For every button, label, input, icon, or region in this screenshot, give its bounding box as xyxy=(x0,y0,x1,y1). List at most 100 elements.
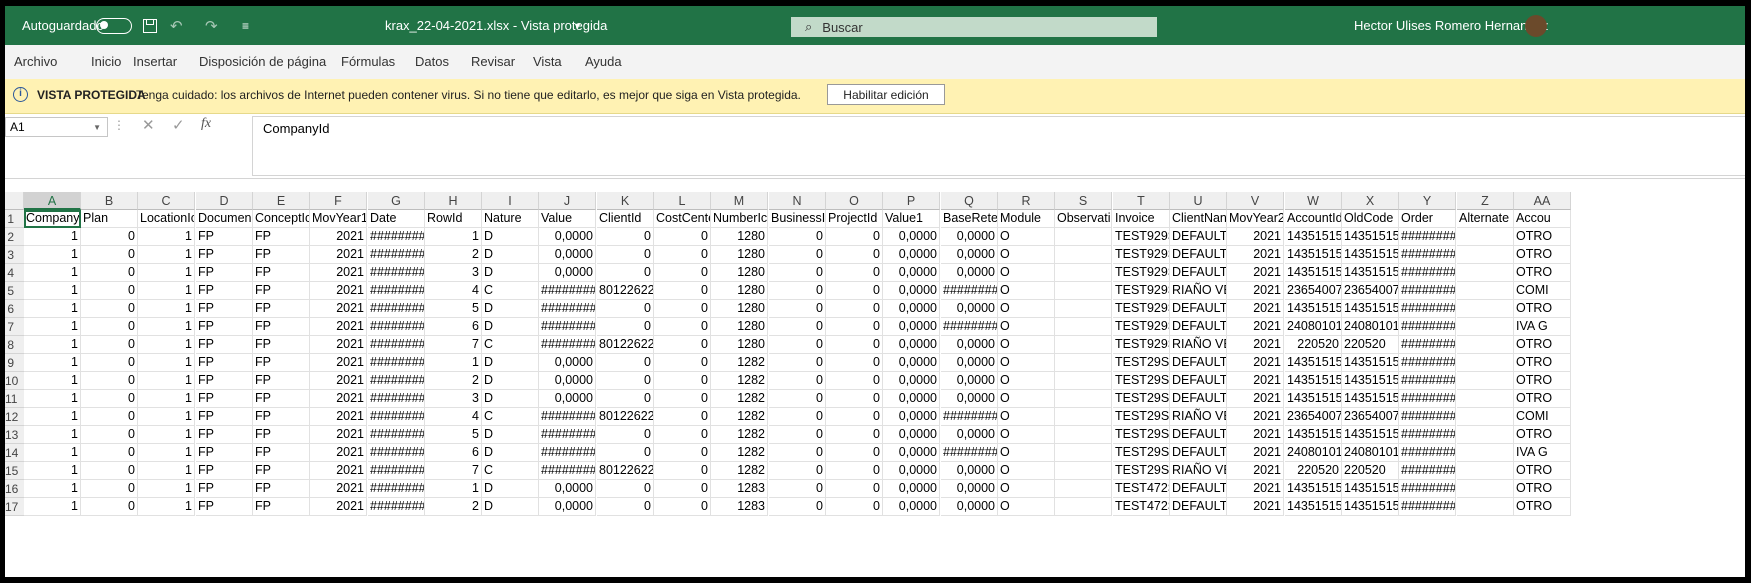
table-cell[interactable]: FP xyxy=(196,372,253,390)
table-cell[interactable]: 1 xyxy=(138,462,195,480)
table-cell[interactable]: 1280 xyxy=(711,282,768,300)
table-cell[interactable]: 1 xyxy=(24,390,81,408)
table-cell[interactable] xyxy=(1457,300,1514,318)
table-cell[interactable]: 2021 xyxy=(1227,426,1284,444)
table-cell[interactable]: 1282 xyxy=(711,426,768,444)
table-cell[interactable]: ######## xyxy=(539,444,596,462)
table-cell[interactable] xyxy=(1457,372,1514,390)
header-cell[interactable]: AccountId xyxy=(1285,210,1342,228)
table-cell[interactable]: 14351515 xyxy=(1342,480,1399,498)
table-cell[interactable]: FP xyxy=(253,264,310,282)
table-cell[interactable]: 0,0000 xyxy=(883,300,940,318)
table-cell[interactable]: ######## xyxy=(539,318,596,336)
table-cell[interactable]: FP xyxy=(253,354,310,372)
table-cell[interactable] xyxy=(1055,444,1112,462)
customize-toolbar-icon[interactable]: ≡ xyxy=(242,6,249,45)
table-cell[interactable]: 0,0000 xyxy=(883,372,940,390)
table-cell[interactable]: IVA G xyxy=(1514,318,1571,336)
table-cell[interactable]: 0 xyxy=(769,372,826,390)
table-cell[interactable]: 0 xyxy=(81,372,138,390)
table-cell[interactable]: 14351515 xyxy=(1285,390,1342,408)
table-cell[interactable] xyxy=(1457,408,1514,426)
table-cell[interactable]: 0 xyxy=(597,498,654,516)
table-cell[interactable]: 1 xyxy=(24,408,81,426)
autosave-toggle[interactable] xyxy=(96,6,132,45)
table-cell[interactable]: ######## xyxy=(1399,480,1456,498)
table-cell[interactable]: 1282 xyxy=(711,408,768,426)
table-cell[interactable]: DEFAULT xyxy=(1170,228,1227,246)
user-name[interactable]: Hector Ulises Romero Hernandez xyxy=(1354,6,1548,45)
table-cell[interactable]: ######## xyxy=(368,246,425,264)
table-cell[interactable]: 0,0000 xyxy=(883,462,940,480)
column-header-j[interactable]: J xyxy=(539,192,596,210)
table-cell[interactable]: 0 xyxy=(769,354,826,372)
table-cell[interactable]: 1 xyxy=(24,462,81,480)
table-cell[interactable]: 0 xyxy=(81,318,138,336)
header-cell[interactable]: RowId xyxy=(425,210,482,228)
table-cell[interactable]: 0 xyxy=(654,282,711,300)
table-cell[interactable]: 2021 xyxy=(1227,480,1284,498)
table-cell[interactable]: FP xyxy=(253,246,310,264)
table-cell[interactable]: 14351515 xyxy=(1342,498,1399,516)
table-cell[interactable]: 0 xyxy=(769,318,826,336)
table-cell[interactable]: RIAÑO VE xyxy=(1170,282,1227,300)
row-number[interactable]: 13 xyxy=(5,426,24,444)
header-cell[interactable]: ClientNan xyxy=(1170,210,1227,228)
table-cell[interactable]: FP xyxy=(253,498,310,516)
table-cell[interactable]: 220520 xyxy=(1342,336,1399,354)
table-cell[interactable]: 0 xyxy=(654,444,711,462)
table-cell[interactable]: TEST929SE xyxy=(1113,228,1170,246)
table-cell[interactable]: 14351515 xyxy=(1285,354,1342,372)
table-cell[interactable] xyxy=(1457,426,1514,444)
table-cell[interactable]: ######## xyxy=(368,426,425,444)
table-cell[interactable]: 2021 xyxy=(310,318,367,336)
table-cell[interactable]: 2021 xyxy=(1227,246,1284,264)
table-cell[interactable]: 1 xyxy=(138,318,195,336)
table-cell[interactable]: 0,0000 xyxy=(941,390,998,408)
header-cell[interactable]: Nature xyxy=(482,210,539,228)
table-cell[interactable]: 0 xyxy=(826,390,883,408)
table-cell[interactable]: RIAÑO VE xyxy=(1170,336,1227,354)
table-cell[interactable]: FP xyxy=(253,408,310,426)
table-cell[interactable]: D xyxy=(482,372,539,390)
table-cell[interactable]: 14351515 xyxy=(1342,390,1399,408)
table-cell[interactable]: DEFAULT xyxy=(1170,372,1227,390)
table-cell[interactable]: TEST472SE xyxy=(1113,480,1170,498)
table-cell[interactable]: 24080101 xyxy=(1342,444,1399,462)
table-cell[interactable]: 0,0000 xyxy=(941,480,998,498)
table-cell[interactable]: ######## xyxy=(368,444,425,462)
header-cell[interactable]: BusinessIc xyxy=(769,210,826,228)
table-cell[interactable]: DEFAULT xyxy=(1170,480,1227,498)
table-cell[interactable]: D xyxy=(482,246,539,264)
table-cell[interactable]: TEST29SEL xyxy=(1113,462,1170,480)
table-cell[interactable]: ######## xyxy=(539,408,596,426)
table-cell[interactable] xyxy=(1055,282,1112,300)
table-cell[interactable]: ######## xyxy=(941,282,998,300)
table-cell[interactable]: 0 xyxy=(654,372,711,390)
column-header-u[interactable]: U xyxy=(1170,192,1227,210)
avatar[interactable] xyxy=(1525,6,1547,45)
table-cell[interactable]: 2021 xyxy=(310,282,367,300)
table-cell[interactable]: 0 xyxy=(826,228,883,246)
table-cell[interactable]: 0 xyxy=(826,444,883,462)
table-cell[interactable]: 0 xyxy=(769,462,826,480)
table-cell[interactable]: OTRO xyxy=(1514,228,1571,246)
column-header-y[interactable]: Y xyxy=(1399,192,1456,210)
table-cell[interactable]: ######## xyxy=(1399,462,1456,480)
table-cell[interactable]: 0 xyxy=(597,318,654,336)
header-cell[interactable]: Documen xyxy=(196,210,253,228)
table-cell[interactable]: 0 xyxy=(826,282,883,300)
table-cell[interactable]: 0,0000 xyxy=(941,246,998,264)
table-cell[interactable]: OTRO xyxy=(1514,426,1571,444)
table-cell[interactable]: 1282 xyxy=(711,354,768,372)
table-cell[interactable]: 0,0000 xyxy=(883,318,940,336)
header-cell[interactable]: MovYear1 xyxy=(310,210,367,228)
table-cell[interactable]: ######## xyxy=(539,300,596,318)
table-cell[interactable]: FP xyxy=(196,336,253,354)
table-cell[interactable] xyxy=(1055,246,1112,264)
table-cell[interactable] xyxy=(1457,354,1514,372)
table-cell[interactable]: ######## xyxy=(539,426,596,444)
table-cell[interactable]: ######## xyxy=(941,408,998,426)
table-cell[interactable]: 4 xyxy=(425,408,482,426)
column-header-w[interactable]: W xyxy=(1285,192,1342,210)
